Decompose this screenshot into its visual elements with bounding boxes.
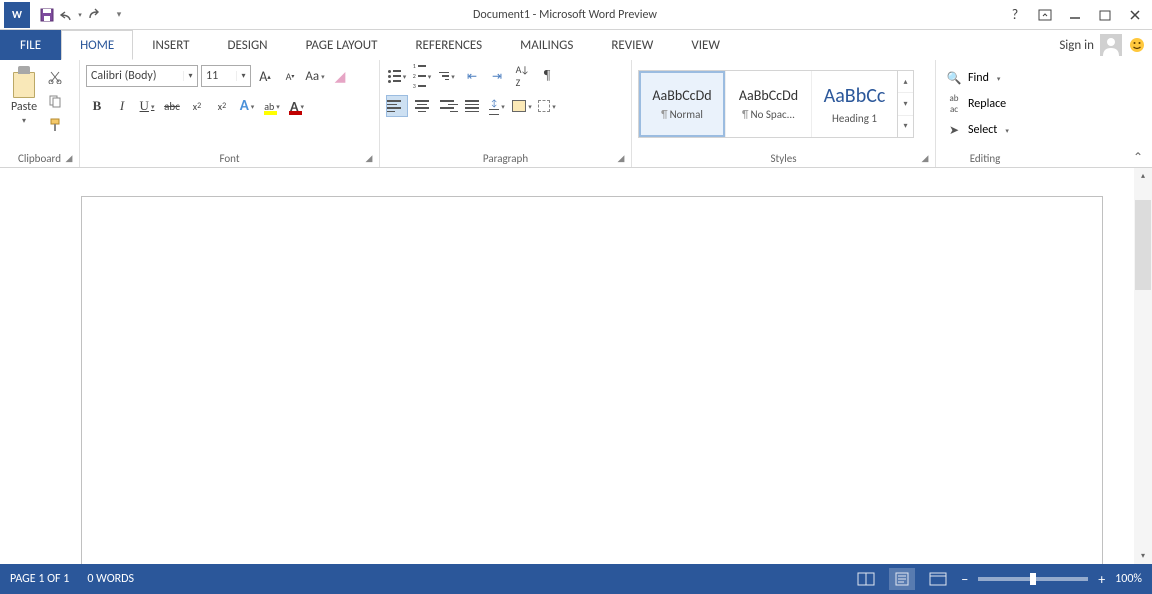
styles-scroll-up[interactable]: ▴ [898, 71, 913, 93]
scroll-thumb[interactable] [1135, 200, 1151, 290]
clipboard-icon [10, 66, 38, 98]
collapse-ribbon-button[interactable]: ⌃ [1130, 149, 1146, 165]
styles-group-label: Styles [638, 149, 929, 167]
paste-button[interactable]: Paste ▾ [6, 64, 42, 128]
paragraph-dialog-launcher[interactable]: ◢ [614, 151, 628, 165]
font-name-combo[interactable]: Calibri (Body)▾ [86, 65, 198, 87]
feedback-smiley-icon[interactable] [1128, 36, 1146, 54]
styles-dialog-launcher[interactable]: ◢ [918, 151, 932, 165]
grow-font-button[interactable]: A▴ [254, 65, 276, 87]
strikethrough-button[interactable]: abc [161, 95, 183, 117]
undo-button[interactable]: ▾ [60, 4, 82, 26]
borders-button[interactable]: ▾ [536, 95, 558, 117]
numbering-button[interactable]: 123▾ [411, 65, 433, 87]
word-app-icon: W [4, 2, 30, 28]
redo-button[interactable] [84, 4, 106, 26]
scroll-down-button[interactable]: ▾ [1134, 548, 1152, 564]
user-avatar-placeholder[interactable] [1100, 34, 1122, 56]
vertical-scrollbar[interactable]: ▴ ▾ [1134, 168, 1152, 564]
page-count-status[interactable]: PAGE 1 OF 1 [10, 572, 69, 586]
style-heading-1[interactable]: AaBbCc Heading 1 [811, 71, 897, 137]
print-layout-view-button[interactable] [889, 568, 915, 590]
copy-button[interactable] [46, 92, 64, 110]
cut-button[interactable] [46, 68, 64, 86]
bullets-button[interactable]: ▾ [386, 65, 408, 87]
zoom-in-button[interactable]: + [1098, 571, 1105, 588]
subscript-button[interactable]: x2 [186, 95, 208, 117]
tab-file[interactable]: FILE [0, 30, 61, 60]
tab-mailings[interactable]: MAILINGS [501, 30, 592, 60]
window-title: Document1 - Microsoft Word Preview [130, 8, 1000, 22]
shrink-font-button[interactable]: A▾ [279, 65, 301, 87]
style-no-spacing[interactable]: AaBbCcDd ¶No Spac... [725, 71, 811, 137]
word-count-status[interactable]: 0 WORDS [87, 572, 134, 586]
maximize-button[interactable] [1090, 3, 1120, 27]
sort-button[interactable]: A↓Z [511, 65, 533, 87]
cursor-icon: ➤ [946, 123, 962, 138]
tab-insert[interactable]: INSERT [133, 30, 208, 60]
clear-formatting-button[interactable]: ◢ [329, 65, 351, 87]
line-spacing-button[interactable]: ↕▾ [486, 95, 508, 117]
find-button[interactable]: 🔍 Find▾ [942, 68, 1013, 88]
text-effects-button[interactable]: A▾ [236, 95, 258, 117]
tab-review[interactable]: REVIEW [592, 30, 672, 60]
increase-indent-button[interactable]: ⇥ [486, 65, 508, 87]
font-color-button[interactable]: A▾ [286, 95, 308, 117]
format-painter-button[interactable] [46, 116, 64, 134]
sign-in-link[interactable]: Sign in [1059, 38, 1094, 53]
font-dialog-launcher[interactable]: ◢ [362, 151, 376, 165]
minimize-button[interactable] [1060, 3, 1090, 27]
document-area[interactable] [0, 168, 1134, 564]
replace-icon: abac [946, 93, 962, 115]
editing-group-label: Editing [942, 149, 1028, 167]
decrease-indent-button[interactable]: ⇤ [461, 65, 483, 87]
align-right-button[interactable] [436, 95, 458, 117]
align-left-button[interactable] [386, 95, 408, 117]
tab-references[interactable]: REFERENCES [396, 30, 501, 60]
multilevel-list-button[interactable]: ▾ [436, 65, 458, 87]
qat-customize-button[interactable]: ▾ [108, 4, 130, 26]
highlight-color-button[interactable]: ab▾ [261, 95, 283, 117]
paragraph-group-label: Paragraph [386, 149, 625, 167]
shading-button[interactable]: ▾ [511, 95, 533, 117]
zoom-level[interactable]: 100% [1115, 572, 1142, 586]
save-button[interactable] [36, 4, 58, 26]
underline-button[interactable]: U▾ [136, 95, 158, 117]
close-button[interactable] [1120, 3, 1150, 27]
web-layout-view-button[interactable] [925, 568, 951, 590]
tab-view[interactable]: VIEW [672, 30, 739, 60]
show-hide-marks-button[interactable]: ¶ [536, 65, 558, 87]
scroll-up-button[interactable]: ▴ [1134, 168, 1152, 184]
bold-button[interactable]: B [86, 95, 108, 117]
align-center-button[interactable] [411, 95, 433, 117]
superscript-button[interactable]: x2 [211, 95, 233, 117]
italic-button[interactable]: I [111, 95, 133, 117]
tab-design[interactable]: DESIGN [209, 30, 287, 60]
justify-button[interactable] [461, 95, 483, 117]
styles-expand[interactable]: ▾ [898, 116, 913, 137]
style-normal[interactable]: AaBbCcDd ¶Normal [639, 71, 725, 137]
font-group-label: Font [86, 149, 373, 167]
binoculars-icon: 🔍 [946, 71, 962, 86]
zoom-out-button[interactable]: − [961, 571, 968, 588]
tab-home[interactable]: HOME [61, 30, 133, 60]
read-mode-view-button[interactable] [853, 568, 879, 590]
clipboard-dialog-launcher[interactable]: ◢ [62, 151, 76, 165]
ribbon-display-options-button[interactable] [1030, 3, 1060, 27]
styles-scroll-down[interactable]: ▾ [898, 93, 913, 115]
select-button[interactable]: ➤ Select▾ [942, 120, 1013, 140]
help-button[interactable]: ? [1000, 3, 1030, 27]
zoom-slider[interactable] [978, 577, 1088, 581]
tab-page-layout[interactable]: PAGE LAYOUT [287, 30, 397, 60]
font-size-combo[interactable]: 11▾ [201, 65, 251, 87]
replace-button[interactable]: abac Replace [942, 94, 1013, 114]
page-canvas[interactable] [81, 196, 1103, 564]
change-case-button[interactable]: Aa▾ [304, 65, 326, 87]
paste-dropdown[interactable]: ▾ [22, 116, 26, 126]
